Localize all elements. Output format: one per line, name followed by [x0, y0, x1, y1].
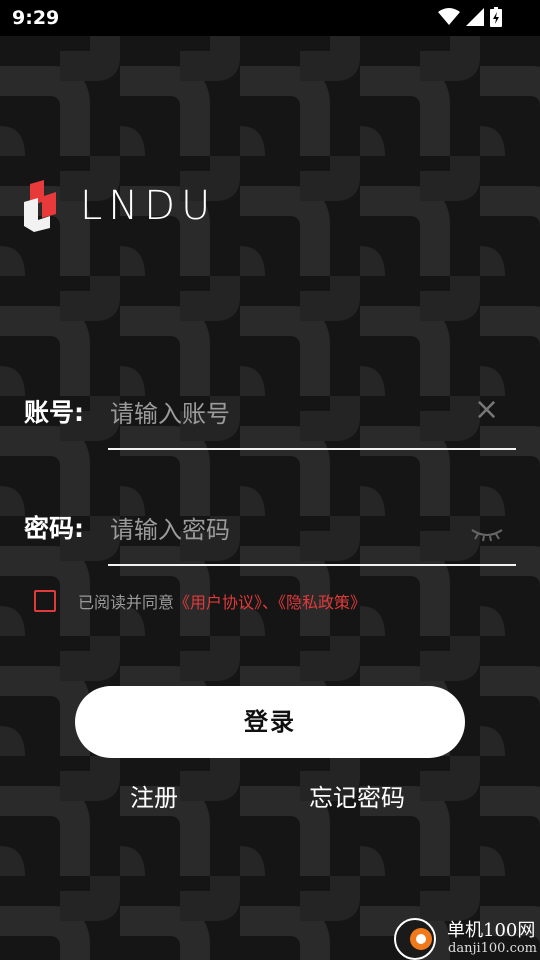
watermark-subtitle: danji100.com — [448, 941, 538, 956]
clear-icon[interactable]: × — [474, 395, 499, 425]
status-time: 9:29 — [12, 7, 60, 29]
agreement-prefix: 已阅读并同意 — [78, 593, 175, 612]
battery-icon — [490, 7, 502, 27]
forgot-password-link[interactable]: 忘记密码 — [309, 778, 405, 813]
background-pattern — [0, 36, 540, 960]
brand-logo: LNDU — [22, 180, 216, 232]
agreement-checkbox[interactable] — [34, 590, 56, 612]
agreement-text: 已阅读并同意《用户协议》、《隐私政策》 — [78, 589, 366, 613]
password-row: 密码: — [24, 508, 516, 574]
agreement-separator: 、 — [262, 593, 279, 612]
login-button[interactable]: 登录 — [75, 686, 465, 758]
status-bar: 9:29 — [0, 0, 540, 36]
password-underline — [108, 564, 516, 566]
account-underline — [108, 448, 516, 450]
password-label: 密码: — [24, 514, 84, 543]
register-link[interactable]: 注册 — [130, 778, 178, 813]
account-row: 账号: × — [24, 392, 516, 458]
eye-closed-icon[interactable] — [470, 526, 504, 542]
user-agreement-link[interactable]: 《用户协议》 — [174, 593, 262, 612]
privacy-policy-link[interactable]: 《隐私政策》 — [278, 593, 366, 612]
logo-text: LNDU — [80, 183, 217, 229]
logo-mark-icon — [24, 180, 56, 232]
watermark: 单机100网 danji100.com — [392, 914, 540, 960]
watermark-dot-icon — [410, 928, 432, 950]
watermark-title: 单机100网 — [447, 920, 536, 941]
signal-icon — [466, 8, 484, 26]
wifi-icon — [438, 8, 460, 25]
account-label: 账号: — [24, 398, 84, 427]
account-input[interactable] — [108, 392, 472, 436]
agreement-row: 已阅读并同意《用户协议》、《隐私政策》 — [34, 589, 366, 613]
password-input[interactable] — [108, 508, 472, 552]
